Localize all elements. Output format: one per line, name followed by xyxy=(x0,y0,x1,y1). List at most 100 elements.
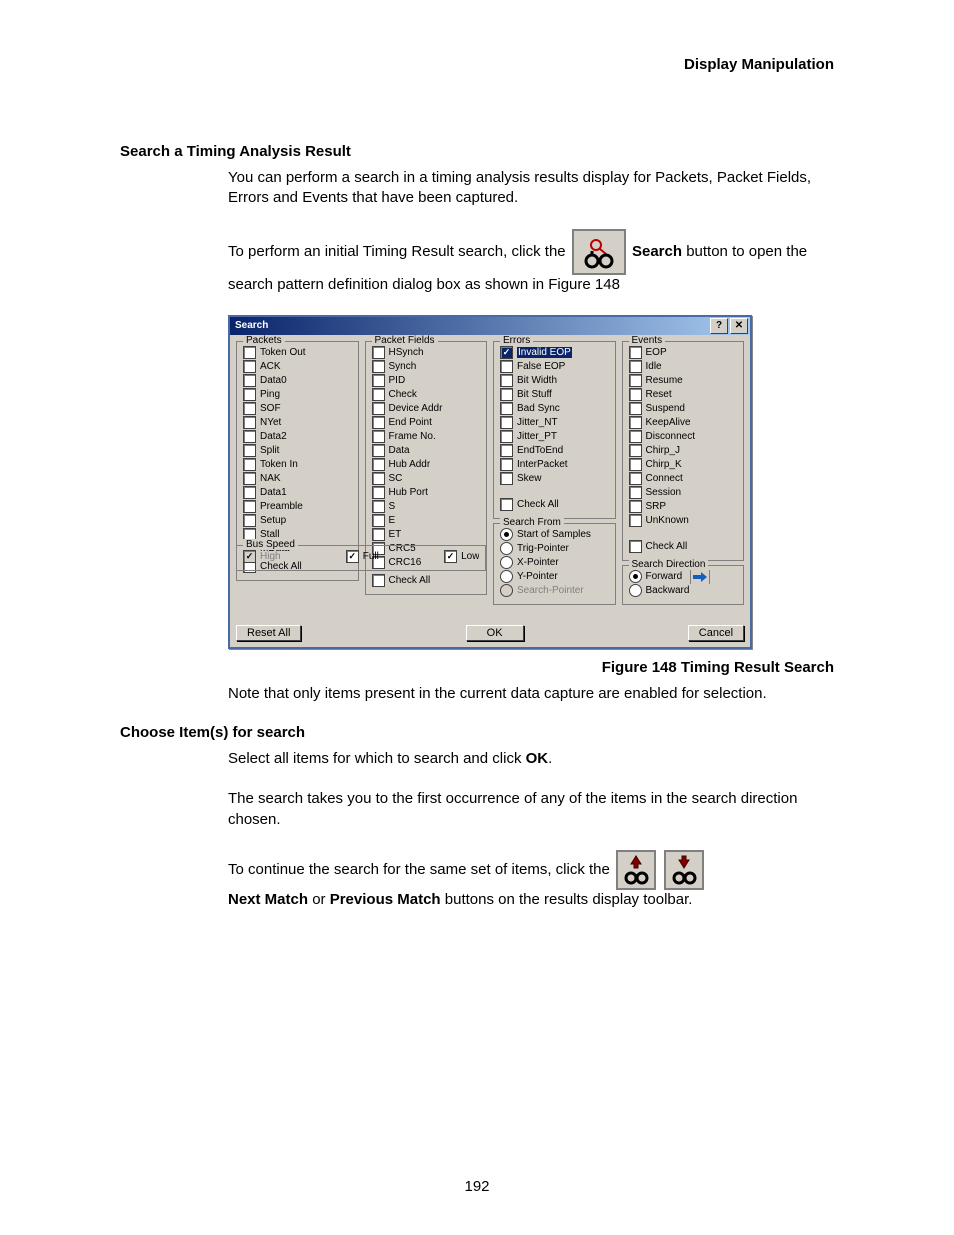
packet-checkbox[interactable] xyxy=(243,514,256,527)
label: Synch xyxy=(389,361,417,372)
packet-field-checkbox[interactable] xyxy=(372,346,385,359)
packet-field-checkbox[interactable] xyxy=(372,374,385,387)
label: Low xyxy=(461,551,479,562)
legend-errors: Errors xyxy=(500,335,533,346)
list-item: NYet xyxy=(243,416,352,430)
packet-field-checkbox[interactable] xyxy=(372,500,385,513)
label: Check All xyxy=(517,499,559,510)
list-item: Invalid EOP xyxy=(500,346,609,360)
packet-checkbox[interactable] xyxy=(243,458,256,471)
error-checkbox[interactable] xyxy=(500,374,513,387)
list-item: Reset xyxy=(629,388,738,402)
packet-checkbox[interactable] xyxy=(243,416,256,429)
label: NYet xyxy=(260,417,281,428)
error-checkbox[interactable] xyxy=(500,430,513,443)
checkbox-bus-high xyxy=(243,550,256,563)
error-checkbox[interactable] xyxy=(500,360,513,373)
packet-field-checkbox[interactable] xyxy=(372,472,385,485)
list-item: EndToEnd xyxy=(500,444,609,458)
label: Check xyxy=(389,389,417,400)
checkbox-errors-checkall[interactable] xyxy=(500,498,513,511)
list-item: Chirp_K xyxy=(629,458,738,472)
ok-button[interactable]: OK xyxy=(466,625,524,641)
radio-search-from[interactable] xyxy=(500,542,513,555)
packet-checkbox[interactable] xyxy=(243,360,256,373)
para-note: Note that only items present in the curr… xyxy=(228,684,834,704)
event-checkbox[interactable] xyxy=(629,500,642,513)
packet-checkbox[interactable] xyxy=(243,444,256,457)
event-checkbox[interactable] xyxy=(629,444,642,457)
event-checkbox[interactable] xyxy=(629,514,642,527)
radio-search-from[interactable] xyxy=(500,528,513,541)
forward-arrow-icon xyxy=(690,570,710,584)
text-bold: Next Match xyxy=(228,891,308,908)
event-checkbox[interactable] xyxy=(629,472,642,485)
packet-field-checkbox[interactable] xyxy=(372,458,385,471)
checkbox-bus-low[interactable] xyxy=(444,550,457,563)
event-checkbox[interactable] xyxy=(629,458,642,471)
titlebar[interactable]: Search ? ✕ xyxy=(230,317,750,335)
event-checkbox[interactable] xyxy=(629,374,642,387)
packet-checkbox[interactable] xyxy=(243,500,256,513)
error-checkbox[interactable] xyxy=(500,388,513,401)
error-checkbox[interactable] xyxy=(500,402,513,415)
legend-search-from: Search From xyxy=(500,517,564,528)
close-button[interactable]: ✕ xyxy=(730,318,748,334)
event-checkbox[interactable] xyxy=(629,416,642,429)
reset-all-button[interactable]: Reset All xyxy=(236,625,301,641)
error-checkbox[interactable] xyxy=(500,472,513,485)
cancel-button[interactable]: Cancel xyxy=(688,625,744,641)
page-number: 192 xyxy=(0,1178,954,1195)
error-checkbox[interactable] xyxy=(500,346,513,359)
event-checkbox[interactable] xyxy=(629,346,642,359)
event-checkbox[interactable] xyxy=(629,388,642,401)
para-takes-you: The search takes you to the first occurr… xyxy=(228,789,834,830)
packet-field-checkbox[interactable] xyxy=(372,444,385,457)
label: EOP xyxy=(646,347,667,358)
checkbox-bus-full[interactable] xyxy=(346,550,359,563)
list-item: Setup xyxy=(243,514,352,528)
group-bus-speed: Bus Speed High Full Low xyxy=(236,545,486,571)
error-checkbox[interactable] xyxy=(500,416,513,429)
list-item: Search-Pointer xyxy=(500,584,609,598)
packet-field-checkbox[interactable] xyxy=(372,360,385,373)
list-item: SC xyxy=(372,472,481,486)
packet-field-checkbox[interactable] xyxy=(372,486,385,499)
packet-checkbox[interactable] xyxy=(243,486,256,499)
packet-checkbox[interactable] xyxy=(243,374,256,387)
search-dialog: Search ? ✕ Packets Token OutACKData0Ping… xyxy=(228,315,752,649)
list-item: KeepAlive xyxy=(629,416,738,430)
event-checkbox[interactable] xyxy=(629,402,642,415)
radio-forward[interactable] xyxy=(629,570,642,583)
packet-checkbox[interactable] xyxy=(243,430,256,443)
event-checkbox[interactable] xyxy=(629,486,642,499)
radio-backward[interactable] xyxy=(629,584,642,597)
help-button[interactable]: ? xyxy=(710,318,728,334)
packet-checkbox[interactable] xyxy=(243,346,256,359)
packet-checkbox[interactable] xyxy=(243,388,256,401)
error-checkbox[interactable] xyxy=(500,444,513,457)
label: NAK xyxy=(260,473,281,484)
radio-search-from[interactable] xyxy=(500,570,513,583)
packet-field-checkbox[interactable] xyxy=(372,388,385,401)
packet-checkbox[interactable] xyxy=(243,472,256,485)
label: Skew xyxy=(517,473,541,484)
list-item: Session xyxy=(629,486,738,500)
event-checkbox[interactable] xyxy=(629,360,642,373)
list-item: Data1 xyxy=(243,486,352,500)
error-checkbox[interactable] xyxy=(500,458,513,471)
packet-field-checkbox[interactable] xyxy=(372,416,385,429)
event-checkbox[interactable] xyxy=(629,430,642,443)
packet-field-checkbox[interactable] xyxy=(372,402,385,415)
packet-field-checkbox[interactable] xyxy=(372,514,385,527)
packet-field-checkbox[interactable] xyxy=(372,528,385,541)
packet-checkbox[interactable] xyxy=(243,402,256,415)
text-bold: OK xyxy=(526,750,549,767)
radio-search-from[interactable] xyxy=(500,556,513,569)
search-icon xyxy=(572,229,626,275)
checkbox-packet-fields-checkall[interactable] xyxy=(372,574,385,587)
packet-field-checkbox[interactable] xyxy=(372,430,385,443)
text-bold: Search xyxy=(632,242,682,259)
list-item: SOF xyxy=(243,402,352,416)
checkbox-events-checkall[interactable] xyxy=(629,540,642,553)
